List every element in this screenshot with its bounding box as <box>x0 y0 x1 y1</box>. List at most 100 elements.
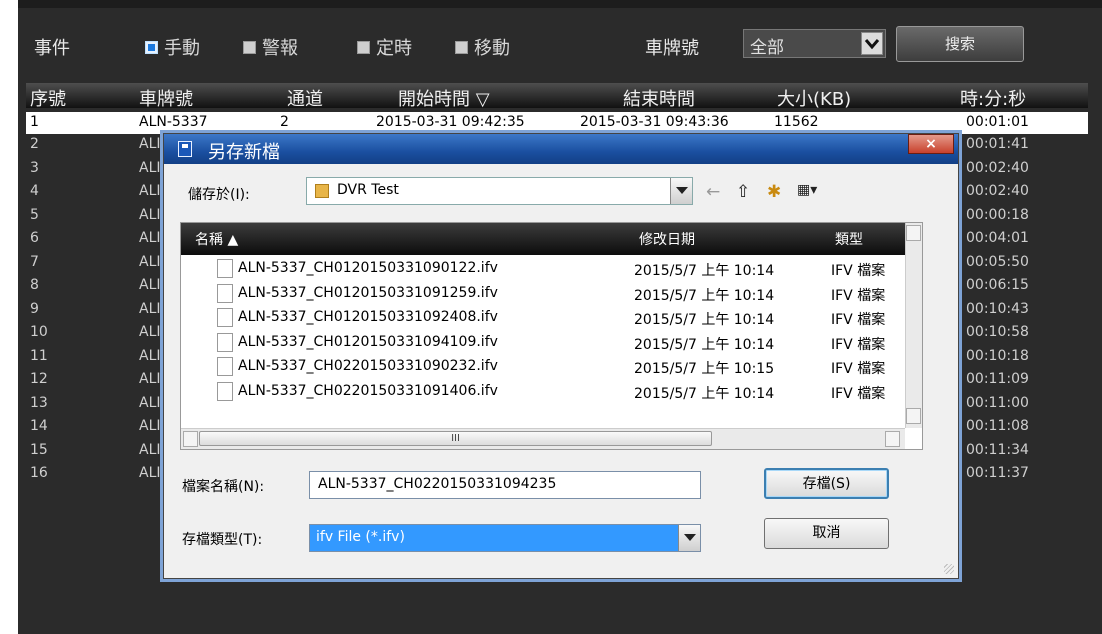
cell-index: 10 <box>30 324 48 340</box>
new-folder-icon[interactable]: ✱ <box>767 182 781 202</box>
file-icon <box>217 357 233 376</box>
floppy-disk-icon <box>178 141 192 157</box>
col-name[interactable]: 名稱 ▲ <box>195 229 238 249</box>
scroll-up-icon[interactable] <box>906 225 921 241</box>
file-icon <box>217 283 233 303</box>
filter-motion[interactable]: 移動 <box>455 34 510 60</box>
col-index[interactable]: 序號 <box>30 85 66 111</box>
table-header: 序號 車牌號 通道 開始時間 ▽ 結束時間 大小(KB) 時:分:秒 <box>26 83 1088 111</box>
close-button[interactable]: × <box>908 134 954 154</box>
cell-duration: 00:01:01 <box>966 114 1029 130</box>
file-date: 2015/5/7 上午 10:14 <box>634 287 775 304</box>
plate-select[interactable]: 全部 <box>743 29 886 58</box>
filter-motion-label: 移動 <box>474 38 510 59</box>
cell-index: 6 <box>30 230 39 246</box>
file-name: ALN-5337_CH0120150331092408.ifv <box>238 309 498 325</box>
col-modified[interactable]: 修改日期 <box>639 229 695 249</box>
back-arrow-icon[interactable]: ← <box>706 182 720 202</box>
file-date: 2015/5/7 上午 10:15 <box>634 361 775 377</box>
cell-index: 7 <box>30 253 39 270</box>
file-date: 2015/5/7 上午 10:14 <box>634 263 775 279</box>
filter-manual-label: 手動 <box>164 38 200 59</box>
checkbox-scheduled[interactable] <box>357 40 370 54</box>
file-type: IFV 檔案 <box>831 263 886 279</box>
cell-duration: 00:10:58 <box>966 324 1029 340</box>
filetype-label: 存檔類型(T): <box>182 532 263 548</box>
chevron-down-icon[interactable] <box>861 32 883 55</box>
filename-input[interactable]: ALN-5337_CH0220150331094235 <box>309 471 701 499</box>
plate-select-value: 全部 <box>750 38 784 58</box>
cell-index: 4 <box>30 183 39 199</box>
cell-plate: ALI <box>139 159 161 176</box>
filter-alarm[interactable]: 警報 <box>243 34 298 60</box>
file-row[interactable]: ALN-5337_CH0220150331091406.ifv 2015/5/7 … <box>181 380 905 404</box>
file-row[interactable]: ALN-5337_CH0120150331092408.ifv 2015/5/7 … <box>181 306 905 330</box>
vertical-scrollbar[interactable] <box>905 223 922 428</box>
cell-plate: ALI <box>139 206 161 223</box>
cell-index: 15 <box>30 441 48 458</box>
cell-index: 13 <box>30 394 48 411</box>
cell-plate: ALI <box>139 277 161 293</box>
scroll-right-icon[interactable] <box>885 431 900 447</box>
cell-plate: ALI <box>139 300 161 317</box>
chevron-down-icon[interactable] <box>678 525 700 551</box>
cell-duration: 00:05:50 <box>966 253 1029 270</box>
cell-plate: ALI <box>139 418 161 434</box>
resize-grip-icon[interactable] <box>944 564 954 574</box>
cell-duration: 00:01:41 <box>966 136 1029 152</box>
file-row[interactable]: ALN-5337_CH0120150331091259.ifv 2015/5/7 … <box>181 282 905 306</box>
checkbox-alarm[interactable] <box>243 40 256 54</box>
file-name: ALN-5337_CH0120150331091259.ifv <box>238 284 498 301</box>
cell-duration: 00:11:09 <box>966 371 1029 387</box>
file-list: 名稱 ▲ 修改日期 類型 ALN-5337_CH0120150331090122… <box>180 222 923 450</box>
col-duration[interactable]: 時:分:秒 <box>960 85 1026 111</box>
cell-plate: ALI <box>139 465 161 481</box>
file-type: IFV 檔案 <box>831 312 886 328</box>
save-button[interactable]: 存檔(S) <box>764 468 889 499</box>
chevron-down-icon[interactable] <box>670 178 692 204</box>
cell-size: 11562 <box>774 114 819 130</box>
col-plate[interactable]: 車牌號 <box>139 85 193 111</box>
filetype-combo[interactable]: ifv File (*.ifv) <box>309 524 701 552</box>
save-as-dialog: 另存新檔 × 儲存於(I): DVR Test ← ⇧ ✱ ▦▾ 名稱 ▲ 修改… <box>163 133 959 579</box>
checkbox-motion[interactable] <box>455 40 468 54</box>
save-in-combo[interactable]: DVR Test <box>306 177 693 205</box>
view-menu-icon[interactable]: ▦▾ <box>797 182 817 198</box>
search-button[interactable]: 搜索 <box>896 26 1024 62</box>
file-icon <box>217 332 233 352</box>
file-date: 2015/5/7 上午 10:14 <box>634 312 775 328</box>
up-folder-icon[interactable]: ⇧ <box>736 182 750 202</box>
cell-channel: 2 <box>280 114 289 130</box>
dialog-title-bar[interactable]: 另存新檔 × <box>164 134 958 164</box>
cell-plate: ALI <box>139 324 161 340</box>
cell-index: 14 <box>30 418 48 434</box>
cell-duration: 00:02:40 <box>966 159 1029 176</box>
folder-icon <box>315 184 329 198</box>
file-row[interactable]: ALN-5337_CH0120150331090122.ifv 2015/5/7 … <box>181 257 905 281</box>
file-type: IFV 檔案 <box>831 287 886 304</box>
col-type[interactable]: 類型 <box>835 229 863 249</box>
col-end-time[interactable]: 結束時間 <box>623 85 695 111</box>
col-channel[interactable]: 通道 <box>287 85 323 111</box>
table-row-selected[interactable]: 1 ALN-5337 2 2015-03-31 09:42:35 2015-03… <box>26 112 1088 134</box>
cell-index: 3 <box>30 159 39 176</box>
file-row[interactable]: ALN-5337_CH0220150331090232.ifv 2015/5/7 … <box>181 355 905 379</box>
filter-manual[interactable]: 手動 <box>145 34 200 60</box>
scroll-thumb[interactable]: III <box>199 431 712 446</box>
cell-plate: ALI <box>139 394 161 411</box>
file-name: ALN-5337_CH0220150331090232.ifv <box>238 358 498 374</box>
scroll-left-icon[interactable] <box>183 431 198 447</box>
file-icon <box>217 259 233 278</box>
checkbox-manual[interactable] <box>145 40 158 54</box>
file-icon <box>217 308 233 327</box>
col-start-time[interactable]: 開始時間 ▽ <box>398 85 490 111</box>
cell-duration: 00:11:08 <box>966 418 1029 434</box>
col-size[interactable]: 大小(KB) <box>777 85 851 111</box>
scroll-down-icon[interactable] <box>906 408 921 424</box>
file-date: 2015/5/7 上午 10:14 <box>634 336 775 353</box>
filter-scheduled[interactable]: 定時 <box>357 34 412 60</box>
file-row[interactable]: ALN-5337_CH0120150331094109.ifv 2015/5/7 … <box>181 331 905 355</box>
cancel-button[interactable]: 取消 <box>764 518 889 549</box>
file-name: ALN-5337_CH0120150331094109.ifv <box>238 333 498 350</box>
horizontal-scrollbar[interactable]: III <box>181 428 905 449</box>
